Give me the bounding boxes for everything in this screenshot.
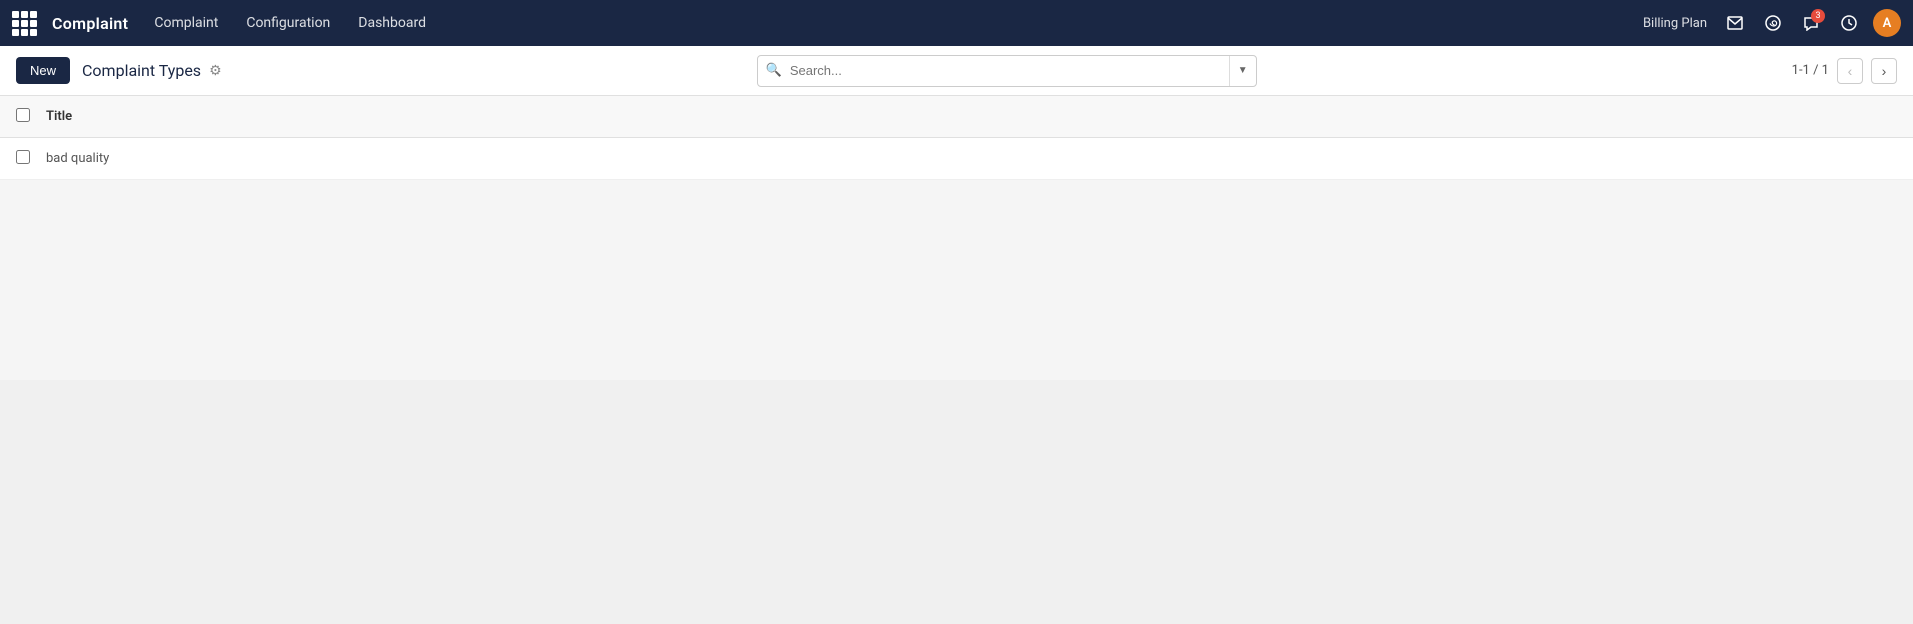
empty-area [0,180,1913,380]
chat-icon-button[interactable]: 3 [1797,9,1825,37]
menu-item-configuration[interactable]: Configuration [236,11,340,35]
email-icon-button[interactable] [1721,9,1749,37]
page-title: Complaint Types ⚙ [82,61,222,80]
pagination: 1-1 / 1 ‹ › [1792,58,1897,84]
search-dropdown-button[interactable]: ▼ [1229,56,1256,86]
select-all-checkbox[interactable] [16,108,30,122]
header-checkbox-cell [16,108,46,126]
user-avatar[interactable]: A [1873,9,1901,37]
search-wrapper: 🔍 ▼ [757,55,1257,87]
column-title-header: Title [46,109,1897,124]
whatsapp-icon-button[interactable] [1759,9,1787,37]
billing-label: Billing Plan [1643,16,1707,31]
pagination-text: 1-1 / 1 [1792,63,1829,78]
table-row[interactable]: bad quality [0,138,1913,180]
menu-item-dashboard[interactable]: Dashboard [348,11,436,35]
subheader: New Complaint Types ⚙ 🔍 ▼ 1-1 / 1 ‹ › [0,46,1913,96]
row-title-text: bad quality [46,151,1897,166]
navbar-left: Complaint Complaint Configuration Dashbo… [12,11,1627,35]
table-header: Title [0,96,1913,138]
new-button[interactable]: New [16,57,70,84]
navbar: Complaint Complaint Configuration Dashbo… [0,0,1913,46]
search-icon: 🔍 [758,63,790,78]
row-checkbox[interactable] [16,150,30,164]
clock-icon-button[interactable] [1835,9,1863,37]
search-area: 🔍 ▼ [757,55,1257,87]
navbar-right: Billing Plan 3 A [1643,9,1901,37]
search-input[interactable] [790,63,1229,78]
pagination-prev-button[interactable]: ‹ [1837,58,1863,84]
menu-item-complaint[interactable]: Complaint [144,11,228,35]
navbar-menu: Complaint Configuration Dashboard [144,11,436,35]
app-brand: Complaint [52,14,128,33]
grid-menu-icon[interactable] [12,11,36,35]
pagination-next-button[interactable]: › [1871,58,1897,84]
chat-badge: 3 [1811,9,1825,23]
settings-icon[interactable]: ⚙ [209,63,222,79]
table-container: Title bad quality [0,96,1913,180]
row-checkbox-cell [16,150,46,168]
main-content: Title bad quality [0,96,1913,624]
subheader-left: New Complaint Types ⚙ [16,57,222,84]
page-title-text: Complaint Types [82,61,201,80]
